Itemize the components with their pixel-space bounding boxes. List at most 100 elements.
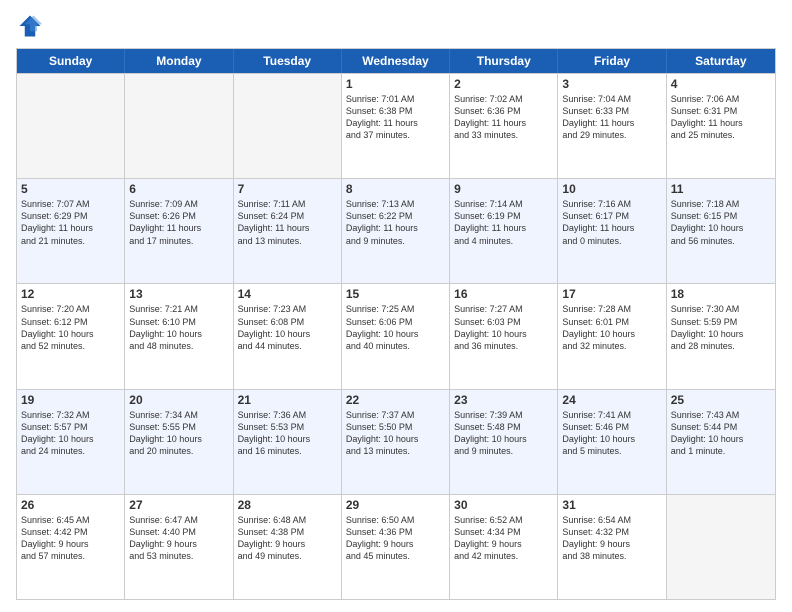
cal-cell-day-27: 27Sunrise: 6:47 AMSunset: 4:40 PMDayligh… (125, 495, 233, 599)
cell-info-line: Sunrise: 7:39 AM (454, 409, 553, 421)
cell-info-line: Sunset: 6:33 PM (562, 105, 661, 117)
day-number: 6 (129, 182, 228, 196)
cell-info-line: Daylight: 11 hours (346, 117, 445, 129)
cell-info-line: Daylight: 9 hours (346, 538, 445, 550)
cal-cell-day-7: 7Sunrise: 7:11 AMSunset: 6:24 PMDaylight… (234, 179, 342, 283)
cell-info-line: Daylight: 11 hours (454, 117, 553, 129)
weekday-header-thursday: Thursday (450, 49, 558, 73)
logo (16, 12, 48, 40)
header (16, 12, 776, 40)
cell-info-line: Daylight: 10 hours (454, 328, 553, 340)
cell-info-line: Sunrise: 7:37 AM (346, 409, 445, 421)
cell-info-line: Sunset: 6:15 PM (671, 210, 771, 222)
cell-info-line: Daylight: 10 hours (238, 328, 337, 340)
cell-info-line: Sunrise: 7:02 AM (454, 93, 553, 105)
day-number: 10 (562, 182, 661, 196)
cal-cell-day-9: 9Sunrise: 7:14 AMSunset: 6:19 PMDaylight… (450, 179, 558, 283)
cell-info-line: and 44 minutes. (238, 340, 337, 352)
cell-info-line: Sunset: 6:29 PM (21, 210, 120, 222)
cal-cell-day-26: 26Sunrise: 6:45 AMSunset: 4:42 PMDayligh… (17, 495, 125, 599)
weekday-header-sunday: Sunday (17, 49, 125, 73)
cell-info-line: Daylight: 11 hours (129, 222, 228, 234)
cell-info-line: and 0 minutes. (562, 235, 661, 247)
cell-info-line: Daylight: 10 hours (238, 433, 337, 445)
cell-info-line: Daylight: 11 hours (562, 117, 661, 129)
cell-info-line: and 20 minutes. (129, 445, 228, 457)
cell-info-line: Sunset: 5:44 PM (671, 421, 771, 433)
cell-info-line: and 1 minute. (671, 445, 771, 457)
cell-info-line: Daylight: 9 hours (562, 538, 661, 550)
day-number: 23 (454, 393, 553, 407)
cell-info-line: Sunrise: 7:20 AM (21, 303, 120, 315)
cal-cell-day-24: 24Sunrise: 7:41 AMSunset: 5:46 PMDayligh… (558, 390, 666, 494)
cell-info-line: Sunrise: 7:01 AM (346, 93, 445, 105)
cell-info-line: Sunset: 6:19 PM (454, 210, 553, 222)
cell-info-line: Daylight: 10 hours (671, 222, 771, 234)
cell-info-line: and 37 minutes. (346, 129, 445, 141)
cell-info-line: Sunset: 6:17 PM (562, 210, 661, 222)
cell-info-line: Daylight: 11 hours (21, 222, 120, 234)
cell-info-line: Sunrise: 7:11 AM (238, 198, 337, 210)
cal-cell-day-17: 17Sunrise: 7:28 AMSunset: 6:01 PMDayligh… (558, 284, 666, 388)
cell-info-line: Sunrise: 6:48 AM (238, 514, 337, 526)
cell-info-line: Sunrise: 7:21 AM (129, 303, 228, 315)
logo-icon (16, 12, 44, 40)
weekday-header-friday: Friday (558, 49, 666, 73)
cell-info-line: Daylight: 10 hours (671, 328, 771, 340)
cal-cell-empty-0-1 (125, 74, 233, 178)
cell-info-line: Daylight: 11 hours (671, 117, 771, 129)
cell-info-line: Sunset: 4:42 PM (21, 526, 120, 538)
cell-info-line: and 13 minutes. (346, 445, 445, 457)
day-number: 21 (238, 393, 337, 407)
day-number: 11 (671, 182, 771, 196)
day-number: 4 (671, 77, 771, 91)
day-number: 1 (346, 77, 445, 91)
cal-cell-day-8: 8Sunrise: 7:13 AMSunset: 6:22 PMDaylight… (342, 179, 450, 283)
cal-cell-day-12: 12Sunrise: 7:20 AMSunset: 6:12 PMDayligh… (17, 284, 125, 388)
cell-info-line: and 45 minutes. (346, 550, 445, 562)
weekday-header-wednesday: Wednesday (342, 49, 450, 73)
cell-info-line: Sunset: 6:24 PM (238, 210, 337, 222)
cal-cell-day-2: 2Sunrise: 7:02 AMSunset: 6:36 PMDaylight… (450, 74, 558, 178)
cell-info-line: Sunset: 5:57 PM (21, 421, 120, 433)
cell-info-line: Sunrise: 7:30 AM (671, 303, 771, 315)
day-number: 24 (562, 393, 661, 407)
cell-info-line: and 36 minutes. (454, 340, 553, 352)
cell-info-line: Daylight: 11 hours (562, 222, 661, 234)
cell-info-line: Daylight: 10 hours (21, 328, 120, 340)
calendar-row-4: 19Sunrise: 7:32 AMSunset: 5:57 PMDayligh… (17, 389, 775, 494)
calendar-row-2: 5Sunrise: 7:07 AMSunset: 6:29 PMDaylight… (17, 178, 775, 283)
calendar-body: 1Sunrise: 7:01 AMSunset: 6:38 PMDaylight… (17, 73, 775, 599)
cal-cell-day-4: 4Sunrise: 7:06 AMSunset: 6:31 PMDaylight… (667, 74, 775, 178)
weekday-header-tuesday: Tuesday (234, 49, 342, 73)
cell-info-line: and 9 minutes. (454, 445, 553, 457)
cell-info-line: Daylight: 10 hours (129, 433, 228, 445)
cal-cell-day-30: 30Sunrise: 6:52 AMSunset: 4:34 PMDayligh… (450, 495, 558, 599)
cell-info-line: Daylight: 9 hours (21, 538, 120, 550)
cell-info-line: Sunset: 5:53 PM (238, 421, 337, 433)
cell-info-line: Sunset: 6:36 PM (454, 105, 553, 117)
day-number: 18 (671, 287, 771, 301)
cell-info-line: Sunrise: 7:28 AM (562, 303, 661, 315)
cell-info-line: Sunset: 6:08 PM (238, 316, 337, 328)
day-number: 13 (129, 287, 228, 301)
cal-cell-day-20: 20Sunrise: 7:34 AMSunset: 5:55 PMDayligh… (125, 390, 233, 494)
day-number: 29 (346, 498, 445, 512)
weekday-header-saturday: Saturday (667, 49, 775, 73)
cell-info-line: Sunrise: 7:43 AM (671, 409, 771, 421)
cell-info-line: Sunrise: 7:04 AM (562, 93, 661, 105)
day-number: 8 (346, 182, 445, 196)
calendar-row-5: 26Sunrise: 6:45 AMSunset: 4:42 PMDayligh… (17, 494, 775, 599)
weekday-header-monday: Monday (125, 49, 233, 73)
cell-info-line: Sunrise: 7:25 AM (346, 303, 445, 315)
cell-info-line: Sunset: 6:22 PM (346, 210, 445, 222)
cell-info-line: and 38 minutes. (562, 550, 661, 562)
cal-cell-empty-4-6 (667, 495, 775, 599)
cell-info-line: and 4 minutes. (454, 235, 553, 247)
cell-info-line: Sunset: 6:31 PM (671, 105, 771, 117)
cal-cell-day-3: 3Sunrise: 7:04 AMSunset: 6:33 PMDaylight… (558, 74, 666, 178)
cell-info-line: and 53 minutes. (129, 550, 228, 562)
cell-info-line: Sunrise: 6:52 AM (454, 514, 553, 526)
cal-cell-day-14: 14Sunrise: 7:23 AMSunset: 6:08 PMDayligh… (234, 284, 342, 388)
cell-info-line: Sunset: 4:40 PM (129, 526, 228, 538)
